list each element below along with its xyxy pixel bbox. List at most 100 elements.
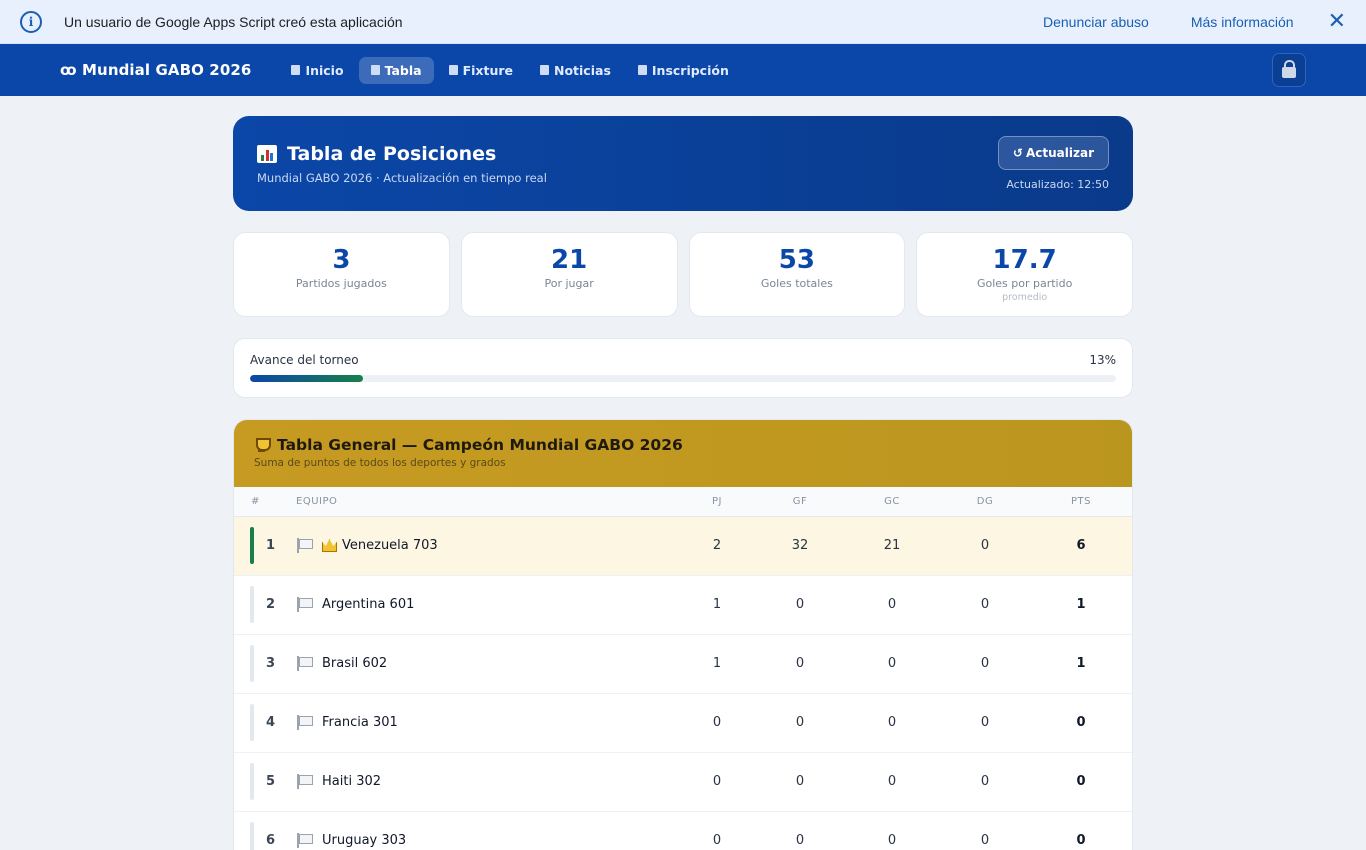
table-row: 4 Francia 301 0 0 0 0 0 bbox=[234, 693, 1132, 752]
team-cell: Francia 301 bbox=[296, 693, 678, 752]
team-cell: Argentina 601 bbox=[296, 575, 678, 634]
pj-cell: 1 bbox=[712, 656, 722, 671]
main-content: Tabla de Posiciones Mundial GABO 2026 · … bbox=[233, 116, 1133, 850]
team-cell: Brasil 602 bbox=[296, 634, 678, 693]
team-wrap: Brasil 602 bbox=[296, 656, 678, 671]
crown-icon bbox=[322, 539, 337, 552]
chart-icon bbox=[370, 65, 380, 75]
col-pj: PJ bbox=[678, 487, 756, 517]
refresh-icon: ↺ bbox=[1012, 146, 1023, 160]
admin-lock-button[interactable] bbox=[1272, 53, 1306, 87]
rank-wrap: 2 bbox=[250, 586, 296, 623]
gf-cell: 0 bbox=[795, 833, 805, 848]
page-title-text: Tabla de Posiciones bbox=[287, 142, 497, 165]
rank-indicator bbox=[250, 586, 254, 623]
report-abuse-link[interactable]: Denunciar abuso bbox=[1043, 14, 1149, 30]
refresh-button[interactable]: ↺ Actualizar bbox=[997, 136, 1109, 170]
nav-inicio[interactable]: Inicio bbox=[279, 57, 355, 84]
close-icon[interactable]: ✕ bbox=[1328, 10, 1346, 33]
col-pts: PTS bbox=[1030, 487, 1132, 517]
progress-percent: 13% bbox=[1089, 353, 1116, 367]
rank-wrap: 4 bbox=[250, 704, 296, 741]
rank-cell: 1 bbox=[234, 516, 296, 575]
team-wrap: Haiti 302 bbox=[296, 774, 678, 789]
gf-cell: 0 bbox=[795, 774, 805, 789]
team-name: Brasil 602 bbox=[322, 656, 388, 671]
team-name: Venezuela 703 bbox=[342, 538, 438, 553]
team-wrap: Venezuela 703 bbox=[296, 538, 678, 553]
rank-number: 2 bbox=[266, 597, 276, 612]
rank-cell: 6 bbox=[234, 811, 296, 850]
pj-cell: 0 bbox=[712, 715, 722, 730]
nav-tabla[interactable]: Tabla bbox=[358, 56, 434, 84]
stat-card-remaining: 21 Por jugar bbox=[460, 232, 678, 317]
banner-text: Un usuario de Google Apps Script creó es… bbox=[64, 13, 403, 30]
dg-cell: 0 bbox=[980, 538, 990, 553]
bar-chart-icon bbox=[257, 144, 277, 163]
table-row: 2 Argentina 601 1 0 0 0 1 bbox=[234, 575, 1132, 634]
stat-card-goals: 53 Goles totales bbox=[688, 232, 906, 317]
standings-hero: Tabla de Posiciones Mundial GABO 2026 · … bbox=[233, 116, 1133, 211]
gf-cell: 32 bbox=[791, 538, 809, 553]
progress-header: Avance del torneo 13% bbox=[250, 353, 1116, 367]
dg-cell: 0 bbox=[980, 656, 990, 671]
team-name: Argentina 601 bbox=[322, 597, 415, 612]
rank-number: 4 bbox=[266, 715, 276, 730]
stat-value: 17.7 bbox=[992, 245, 1057, 275]
rank-indicator bbox=[250, 645, 254, 682]
hero-text: Tabla de Posiciones Mundial GABO 2026 · … bbox=[257, 143, 547, 185]
team-wrap: Uruguay 303 bbox=[296, 833, 678, 848]
gf-cell: 0 bbox=[795, 597, 805, 612]
pts-cell: 0 bbox=[1076, 774, 1086, 789]
standings-table-card: Tabla General — Campeón Mundial GABO 202… bbox=[233, 419, 1133, 850]
rank-cell: 4 bbox=[234, 693, 296, 752]
info-icon: i bbox=[20, 10, 42, 33]
nav-fixture[interactable]: Fixture bbox=[437, 57, 525, 84]
flag-icon bbox=[296, 538, 313, 553]
document-icon bbox=[448, 65, 458, 75]
rank-wrap: 6 bbox=[250, 822, 296, 850]
rank-cell: 5 bbox=[234, 752, 296, 811]
pts-cell: 1 bbox=[1076, 597, 1086, 612]
pj-cell: 0 bbox=[712, 774, 722, 789]
more-info-link[interactable]: Más información bbox=[1191, 14, 1294, 30]
last-updated: Actualizado: 12:50 bbox=[1006, 178, 1109, 191]
gc-cell: 0 bbox=[887, 715, 897, 730]
form-icon bbox=[637, 65, 647, 75]
stats-row: 3 Partidos jugados 21 Por jugar 53 Goles… bbox=[233, 232, 1133, 317]
flag-icon bbox=[296, 774, 313, 789]
pts-cell: 0 bbox=[1076, 833, 1086, 848]
team-name: Haiti 302 bbox=[322, 774, 382, 789]
col-team: EQUIPO bbox=[296, 487, 678, 517]
table-title-text: Tabla General — Campeón Mundial GABO 202… bbox=[277, 436, 683, 454]
lock-icon bbox=[1282, 60, 1296, 78]
col-gf: GF bbox=[756, 487, 844, 517]
rank-indicator bbox=[250, 822, 254, 850]
rank-wrap: 3 bbox=[250, 645, 296, 682]
page-title: Tabla de Posiciones bbox=[257, 143, 547, 165]
brand-logo[interactable]: ꝏ Mundial GABO 2026 bbox=[60, 61, 251, 79]
nav-label: Fixture bbox=[462, 62, 513, 78]
nav-noticias[interactable]: Noticias bbox=[528, 57, 623, 84]
pts-cell: 1 bbox=[1076, 656, 1086, 671]
rank-number: 3 bbox=[266, 656, 276, 671]
team-cell: Venezuela 703 bbox=[296, 516, 678, 575]
flag-icon bbox=[296, 833, 313, 848]
table-title: Tabla General — Campeón Mundial GABO 202… bbox=[254, 436, 1112, 454]
rank-wrap: 5 bbox=[250, 763, 296, 800]
top-navigation: ꝏ Mundial GABO 2026 Inicio Tabla Fixture… bbox=[0, 44, 1366, 96]
nav-label: Inscripción bbox=[651, 62, 729, 78]
rank-wrap: 1 bbox=[250, 527, 296, 564]
nav-inscripcion[interactable]: Inscripción bbox=[626, 57, 741, 84]
hero-actions: ↺ Actualizar Actualizado: 12:50 bbox=[997, 136, 1109, 191]
rank-indicator bbox=[250, 527, 254, 564]
pj-cell: 2 bbox=[712, 538, 722, 553]
gf-cell: 0 bbox=[795, 715, 805, 730]
nav-label: Tabla bbox=[384, 62, 422, 78]
rank-number: 5 bbox=[266, 774, 276, 789]
table-row: 3 Brasil 602 1 0 0 0 1 bbox=[234, 634, 1132, 693]
nav-label: Noticias bbox=[554, 62, 611, 78]
table-body: 1 Venezuela 703 2 32 21 0 6 2 Argentina 601 1 0 0 0 1… bbox=[234, 516, 1132, 850]
table-subtitle: Suma de puntos de todos los deportes y g… bbox=[254, 457, 506, 469]
progress-track bbox=[250, 375, 1116, 382]
